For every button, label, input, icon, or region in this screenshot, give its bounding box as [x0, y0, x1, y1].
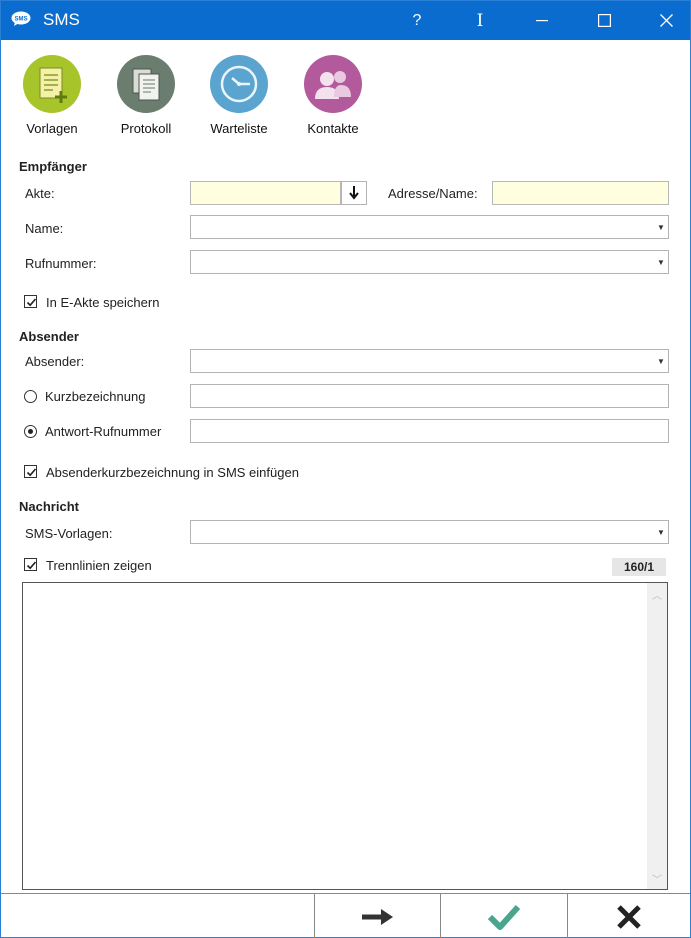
- adresse-input[interactable]: [492, 181, 669, 205]
- chevron-down-icon[interactable]: ▼: [654, 216, 668, 238]
- antwort-rufnummer-input[interactable]: [190, 419, 669, 443]
- trennlinien-label: Trennlinien zeigen: [46, 558, 152, 573]
- toolbar-kontakte[interactable]: Kontakte: [290, 55, 376, 136]
- svg-text:SMS: SMS: [14, 17, 27, 23]
- message-textarea[interactable]: ︿ ﹀: [22, 582, 668, 890]
- checkmark-icon: [26, 468, 37, 477]
- antwort-rufnummer-radio[interactable]: [24, 425, 37, 438]
- akte-label: Akte:: [25, 186, 55, 201]
- clock-icon: [210, 55, 268, 113]
- checkmark-icon: [487, 904, 521, 930]
- rufnummer-combobox[interactable]: ▼: [190, 250, 669, 274]
- toolbar-warteliste-label: Warteliste: [210, 121, 268, 136]
- arrow-right-icon: [361, 908, 393, 925]
- einfuegen-label: Absenderkurzbezeichnung in SMS einfügen: [46, 465, 299, 480]
- absender-label: Absender:: [25, 354, 85, 369]
- toolbar-vorlagen-label: Vorlagen: [26, 121, 78, 136]
- window-title: SMS: [43, 10, 80, 29]
- close-icon: [659, 14, 673, 27]
- akte-lookup-button[interactable]: [341, 181, 367, 205]
- vertical-scrollbar[interactable]: ︿ ﹀: [647, 583, 667, 889]
- einfuegen-checkbox[interactable]: [24, 465, 37, 478]
- kurzbezeichnung-radio[interactable]: [24, 390, 37, 403]
- kurzbezeichnung-label: Kurzbezeichnung: [45, 389, 146, 404]
- rufnummer-label: Rufnummer:: [25, 256, 97, 271]
- template-document-icon: [23, 55, 81, 113]
- name-combobox[interactable]: ▼: [190, 215, 669, 239]
- trennlinien-checkbox[interactable]: [24, 558, 37, 571]
- checkmark-icon: [26, 298, 37, 307]
- chevron-down-icon[interactable]: ▼: [654, 350, 668, 372]
- close-x-icon: [617, 904, 641, 929]
- minimize-icon: [536, 19, 548, 21]
- eakte-checkbox[interactable]: [24, 295, 37, 308]
- character-counter: 160/1: [612, 558, 666, 576]
- scroll-down-icon[interactable]: ﹀: [647, 869, 667, 887]
- arrow-down-icon: [349, 186, 359, 200]
- close-button[interactable]: [643, 1, 689, 40]
- confirm-button[interactable]: [440, 894, 567, 938]
- section-empfaenger-title: Empfänger: [19, 159, 87, 174]
- minimize-button[interactable]: [519, 1, 565, 40]
- adresse-label: Adresse/Name:: [388, 186, 478, 201]
- protocol-documents-icon: [117, 55, 175, 113]
- name-label: Name:: [25, 221, 64, 236]
- chevron-down-icon[interactable]: ▼: [654, 251, 668, 273]
- checkmark-icon: [26, 561, 37, 570]
- absender-combobox[interactable]: ▼: [190, 349, 669, 373]
- title-bar: SMS SMS ? I: [1, 1, 690, 40]
- section-nachricht-title: Nachricht: [19, 499, 79, 514]
- help-button[interactable]: ?: [394, 1, 440, 40]
- sms-bubble-icon: SMS: [11, 11, 31, 26]
- eakte-label: In E-Akte speichern: [46, 295, 160, 310]
- toolbar-protokoll-label: Protokoll: [120, 121, 172, 136]
- antwort-rufnummer-label: Antwort-Rufnummer: [45, 424, 162, 439]
- sms-vorlagen-label: SMS-Vorlagen:: [25, 526, 113, 541]
- help-icon: ?: [412, 11, 422, 29]
- maximize-button[interactable]: [581, 1, 627, 40]
- radio-selected-dot: [28, 429, 33, 434]
- sms-vorlagen-combobox[interactable]: ▼: [190, 520, 669, 544]
- sms-window: SMS SMS ? I Vorlagen Protokoll Wartelist…: [0, 0, 691, 938]
- toolbar-warteliste[interactable]: Warteliste: [196, 55, 282, 136]
- scroll-up-icon[interactable]: ︿: [647, 585, 667, 603]
- contacts-people-icon: [304, 55, 362, 113]
- maximize-icon: [597, 14, 611, 27]
- cancel-button[interactable]: [567, 894, 690, 938]
- section-absender-title: Absender: [19, 329, 79, 344]
- kurzbezeichnung-input[interactable]: [190, 384, 669, 408]
- toolbar-protokoll[interactable]: Protokoll: [103, 55, 189, 136]
- akte-input[interactable]: [190, 181, 341, 205]
- toolbar-kontakte-label: Kontakte: [307, 121, 359, 136]
- send-next-button[interactable]: [314, 894, 440, 938]
- info-button[interactable]: I: [457, 1, 503, 40]
- text-cursor-icon: I: [476, 10, 484, 31]
- chevron-down-icon[interactable]: ▼: [654, 521, 668, 543]
- footer-bar: [1, 893, 690, 938]
- toolbar-vorlagen[interactable]: Vorlagen: [9, 55, 95, 136]
